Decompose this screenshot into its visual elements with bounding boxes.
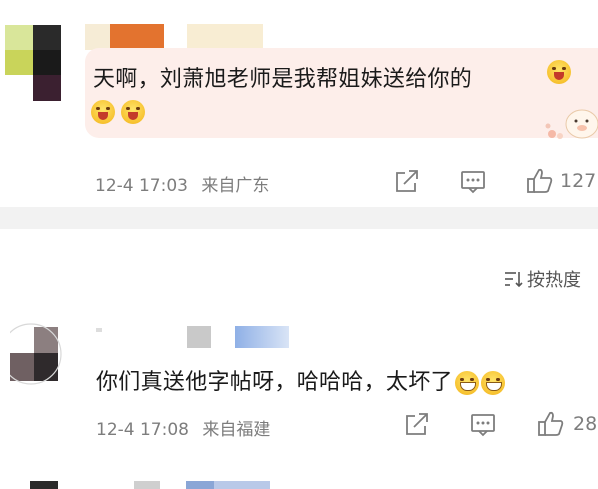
comment-time: 12-4 17:08: [96, 420, 189, 440]
comment-text-1: 天啊，刘萧旭老师是我帮姐妹送给你的: [93, 67, 473, 92]
comment-icon[interactable]: [460, 170, 486, 194]
sort-label: 按热度: [527, 270, 581, 291]
sort-icon: [505, 272, 523, 288]
comment-text: 你们真送他字帖呀，哈哈哈，太坏了: [96, 370, 453, 395]
comment-avatar-2[interactable]: [0, 323, 62, 387]
share-icon[interactable]: [404, 413, 430, 437]
comment-avatar-1[interactable]: [5, 25, 65, 101]
comment-username-2[interactable]: [96, 326, 289, 348]
next-comment-preview: [30, 481, 590, 489]
like-button-1[interactable]: 127: [526, 167, 596, 195]
thumbs-up-icon: [538, 411, 564, 436]
comment-meta-1: 12-4 17:03 来自广东: [95, 171, 269, 196]
comment-location: 来自福建: [202, 420, 271, 440]
grin-emoji: [454, 371, 479, 395]
scream-emoji: [91, 100, 115, 124]
pig-sticker-icon: [545, 109, 598, 139]
grin-emoji: [480, 371, 505, 395]
comment-icon[interactable]: [470, 413, 496, 437]
scream-emoji: [547, 60, 571, 84]
thumbs-up-icon: [527, 168, 553, 193]
share-icon[interactable]: [394, 170, 420, 194]
section-divider: [0, 207, 598, 229]
comment-meta-2: 12-4 17:08 来自福建: [96, 415, 270, 440]
like-count: 127: [560, 170, 597, 192]
comment-username-1[interactable]: [85, 24, 263, 50]
scream-emoji: [121, 100, 145, 124]
like-button-2[interactable]: 28: [537, 410, 597, 438]
comment-location: 来自广东: [201, 176, 270, 196]
like-count: 28: [573, 413, 598, 435]
comment-time: 12-4 17:03: [95, 176, 188, 196]
comment-text-2: 你们真送他字帖呀，哈哈哈，太坏了: [96, 364, 505, 396]
sort-button[interactable]: 按热度: [503, 266, 581, 292]
emoji-row: [91, 100, 145, 124]
